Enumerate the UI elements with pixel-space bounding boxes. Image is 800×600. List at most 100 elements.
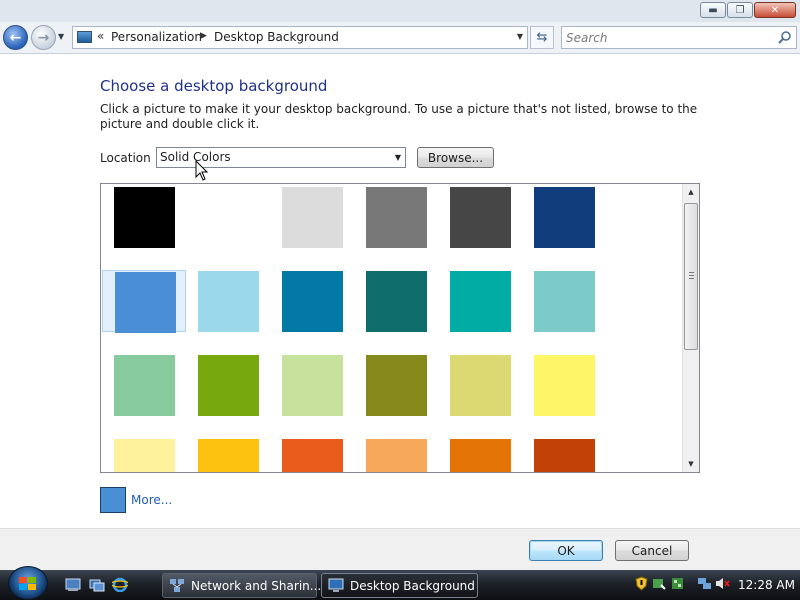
swatch-color-fill bbox=[114, 187, 175, 248]
color-swatch[interactable] bbox=[102, 270, 186, 333]
mouse-cursor-icon bbox=[195, 160, 209, 181]
location-dropdown[interactable]: Solid Colors ▼ bbox=[156, 147, 406, 168]
page-title: Choose a desktop background bbox=[100, 77, 328, 95]
window-controls: ▬ ❐ ✕ bbox=[700, 2, 796, 18]
windows-sidebar-icon[interactable] bbox=[670, 576, 685, 591]
color-swatch[interactable] bbox=[270, 354, 354, 416]
swatch-color-fill bbox=[282, 271, 343, 332]
location-label: Location bbox=[100, 151, 151, 165]
scroll-up-icon[interactable]: ▲ bbox=[683, 184, 699, 200]
minimize-button[interactable]: ▬ bbox=[700, 2, 726, 18]
more-colors-link[interactable]: More... bbox=[131, 493, 172, 507]
display-icon bbox=[328, 578, 344, 592]
color-swatch[interactable] bbox=[438, 354, 522, 416]
scrollbar-thumb[interactable] bbox=[684, 203, 698, 350]
swatch-color-fill bbox=[282, 355, 343, 416]
address-bar[interactable]: « Personalization ▶ Desktop Background ▼ bbox=[72, 26, 528, 49]
back-button[interactable]: ← bbox=[3, 25, 28, 50]
color-swatch[interactable] bbox=[354, 270, 438, 332]
taskbar-item-label: Desktop Background bbox=[350, 579, 475, 593]
ok-button[interactable]: OK bbox=[529, 540, 603, 561]
color-swatch[interactable] bbox=[522, 354, 606, 416]
refresh-button[interactable]: ⇆ bbox=[530, 26, 554, 49]
swatch-color-fill bbox=[282, 439, 343, 472]
color-swatch[interactable] bbox=[438, 438, 522, 472]
swatch-color-fill bbox=[534, 187, 595, 248]
swatch-color-fill bbox=[450, 271, 511, 332]
swatch-color-fill bbox=[198, 187, 259, 248]
color-swatch[interactable] bbox=[186, 438, 270, 472]
refresh-icon: ⇆ bbox=[536, 30, 548, 45]
grip-icon bbox=[689, 272, 694, 280]
color-swatch[interactable] bbox=[186, 186, 270, 248]
maximize-button[interactable]: ❐ bbox=[727, 2, 753, 18]
color-gallery: ▲ ▼ bbox=[100, 183, 700, 473]
network-icon bbox=[170, 579, 184, 592]
show-desktop-icon[interactable] bbox=[65, 577, 81, 592]
color-swatch[interactable] bbox=[102, 186, 186, 248]
internet-explorer-icon[interactable] bbox=[112, 577, 128, 592]
color-swatch[interactable] bbox=[270, 186, 354, 248]
swatch-color-fill bbox=[450, 355, 511, 416]
breadcrumb-separator-icon[interactable]: ▶ bbox=[200, 31, 207, 41]
swatch-color-fill bbox=[450, 187, 511, 248]
color-swatch[interactable] bbox=[102, 438, 186, 472]
color-swatch[interactable] bbox=[186, 270, 270, 332]
color-swatch[interactable] bbox=[270, 438, 354, 472]
swatch-color-fill bbox=[115, 272, 176, 333]
color-swatch[interactable] bbox=[438, 186, 522, 248]
color-swatch[interactable] bbox=[354, 186, 438, 248]
color-swatch[interactable] bbox=[438, 270, 522, 332]
search-icon[interactable] bbox=[777, 30, 792, 45]
breadcrumb-desktop-background[interactable]: Desktop Background bbox=[214, 30, 339, 44]
color-swatch[interactable] bbox=[270, 270, 354, 332]
chevron-down-icon[interactable]: ▼ bbox=[395, 153, 401, 162]
more-colors-swatch[interactable] bbox=[100, 487, 126, 513]
swatch-color-fill bbox=[534, 439, 595, 472]
swatch-color-fill bbox=[534, 355, 595, 416]
taskbar-item-desktop-background[interactable]: Desktop Background bbox=[321, 573, 478, 598]
color-swatch[interactable] bbox=[522, 186, 606, 248]
swatch-color-fill bbox=[366, 187, 427, 248]
color-swatch[interactable] bbox=[522, 438, 606, 472]
system-clock[interactable]: 12:28 AM bbox=[738, 578, 795, 592]
instructions-text: Click a picture to make it your desktop … bbox=[100, 102, 698, 131]
swatch-color-fill bbox=[450, 439, 511, 472]
switch-windows-icon[interactable] bbox=[89, 577, 105, 592]
color-swatch[interactable] bbox=[354, 438, 438, 472]
volume-muted-icon[interactable] bbox=[715, 576, 730, 591]
swatch-color-fill bbox=[198, 439, 259, 472]
swatch-color-fill bbox=[198, 355, 259, 416]
taskbar-item-network-and-sharing[interactable]: Network and Sharin... bbox=[162, 573, 321, 598]
control-panel-icon bbox=[77, 31, 92, 43]
forward-button[interactable]: → bbox=[31, 25, 56, 50]
swatch-color-fill bbox=[114, 439, 175, 472]
color-swatch[interactable] bbox=[102, 354, 186, 416]
security-shield-icon[interactable] bbox=[634, 576, 649, 591]
cancel-button[interactable]: Cancel bbox=[615, 540, 689, 561]
address-dropdown-icon[interactable]: ▼ bbox=[517, 32, 523, 41]
browse-button[interactable]: Browse... bbox=[417, 147, 494, 168]
dialog-footer: OK Cancel bbox=[0, 528, 800, 570]
close-button[interactable]: ✕ bbox=[754, 2, 796, 18]
swatch-color-fill bbox=[282, 187, 343, 248]
swatch-color-fill bbox=[534, 271, 595, 332]
breadcrumb-overflow-icon[interactable]: « bbox=[97, 29, 104, 43]
recent-pages-dropdown[interactable]: ▼ bbox=[58, 32, 64, 41]
windows-logo-icon bbox=[19, 577, 36, 590]
network-status-icon[interactable] bbox=[697, 576, 712, 591]
gallery-scrollbar[interactable]: ▲ ▼ bbox=[682, 184, 699, 472]
swatch-color-fill bbox=[198, 271, 259, 332]
swatch-color-fill bbox=[366, 439, 427, 472]
search-input[interactable] bbox=[566, 29, 766, 46]
forward-arrow-icon: → bbox=[37, 29, 50, 46]
windows-update-icon[interactable] bbox=[652, 576, 667, 591]
color-swatch[interactable] bbox=[186, 354, 270, 416]
scroll-down-icon[interactable]: ▼ bbox=[683, 456, 699, 472]
search-box[interactable] bbox=[561, 26, 797, 49]
color-swatch[interactable] bbox=[354, 354, 438, 416]
breadcrumb-personalization[interactable]: Personalization bbox=[111, 30, 202, 44]
color-swatch[interactable] bbox=[522, 270, 606, 332]
swatch-color-fill bbox=[114, 355, 175, 416]
swatch-color-fill bbox=[366, 355, 427, 416]
